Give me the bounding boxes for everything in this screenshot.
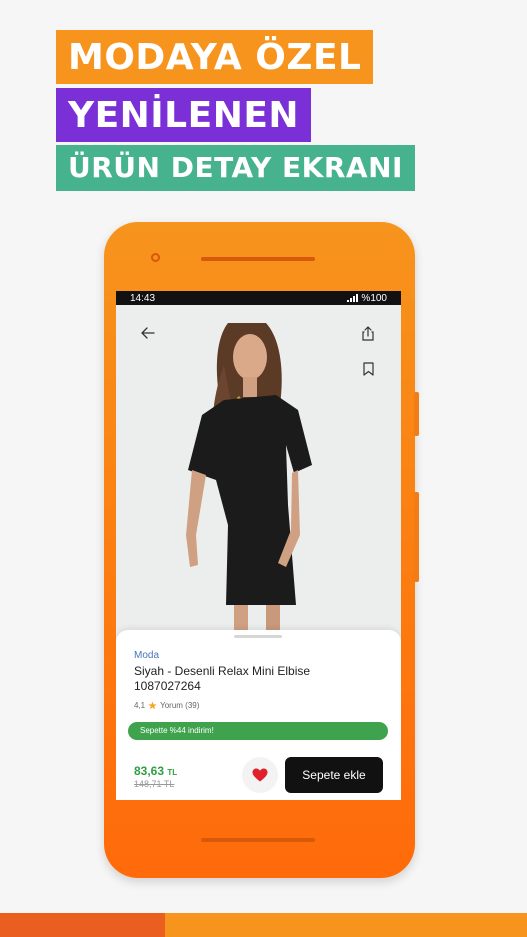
- share-button[interactable]: [358, 323, 378, 343]
- arrow-left-icon: [141, 327, 155, 339]
- star-icon: [148, 701, 157, 710]
- banner-line3-text: ÜRÜN DETAY EKRANI: [68, 151, 403, 184]
- add-to-cart-button[interactable]: Sepete ekle: [285, 757, 383, 793]
- sheet-drag-handle[interactable]: [234, 635, 282, 638]
- front-camera: [151, 253, 160, 262]
- rating-value: 4,1: [134, 701, 146, 710]
- banner-urun-detay: ÜRÜN DETAY EKRANI: [56, 145, 415, 191]
- product-category[interactable]: Moda: [134, 650, 159, 661]
- bookmark-button[interactable]: [358, 359, 378, 379]
- footer-stripe-left: [0, 913, 165, 937]
- banner-line1-text: MODAYA ÖZEL: [68, 37, 362, 78]
- product-title: Siyah - Desenli Relax Mini Elbise 108702…: [134, 664, 311, 693]
- model-in-dress-illustration: [186, 323, 312, 645]
- phone-frame: 14:43 %100 Moda Siyah - Desenli Relax Mi…: [104, 222, 419, 878]
- phone-side-button-top: [414, 392, 419, 436]
- status-time: 14:43: [130, 292, 156, 304]
- phone-speaker-top: [201, 257, 315, 261]
- review-count: Yorum (39): [160, 701, 200, 710]
- heart-icon: [252, 768, 268, 782]
- battery-level: %100: [361, 292, 387, 304]
- status-bar: 14:43 %100: [116, 291, 401, 305]
- product-rating[interactable]: 4,1 Yorum (39): [134, 701, 199, 710]
- share-icon: [362, 325, 374, 341]
- price-value: 83,63: [134, 764, 165, 778]
- back-button[interactable]: [138, 323, 158, 343]
- price-currency: TL: [167, 768, 178, 777]
- current-price: 83,63 TL: [134, 764, 177, 778]
- discount-badge: Sepette %44 indirim!: [128, 722, 388, 740]
- favorite-button[interactable]: [242, 757, 278, 793]
- old-price: 148,71 TL: [134, 779, 175, 789]
- product-image[interactable]: [116, 305, 401, 645]
- phone-speaker-bottom: [201, 838, 315, 842]
- product-info-sheet: Moda Siyah - Desenli Relax Mini Elbise 1…: [116, 630, 401, 800]
- status-indicators: %100: [347, 293, 387, 304]
- bookmark-icon: [362, 362, 374, 376]
- banner-modaya-ozel: MODAYA ÖZEL: [56, 30, 374, 84]
- phone-side-button-bottom: [414, 492, 419, 582]
- banner-line2-text: YENİLENEN: [68, 95, 300, 136]
- footer-stripe-right: [165, 913, 527, 937]
- banner-yenilenen: YENİLENEN: [56, 88, 312, 142]
- app-screen: 14:43 %100 Moda Siyah - Desenli Relax Mi…: [116, 291, 401, 800]
- signal-icon: [347, 294, 359, 302]
